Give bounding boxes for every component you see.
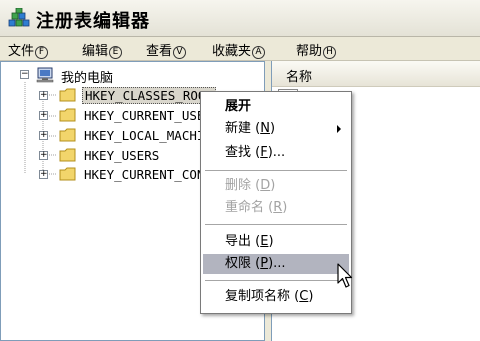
submenu-arrow-icon <box>337 125 341 133</box>
ctx-find-label: 查找 <box>225 145 252 160</box>
ctx-copy-key-name-label: 复制项名称 <box>225 289 291 304</box>
title-bar: 注册表编辑器 <box>0 0 480 37</box>
column-header-name[interactable]: 名称 <box>272 61 480 87</box>
root-collapse-toggle[interactable]: − <box>20 70 29 79</box>
menu-view[interactable]: 查看 V <box>146 40 187 59</box>
ctx-expand[interactable]: 展开 <box>203 97 349 117</box>
menu-edit[interactable]: 编辑 E <box>82 40 123 59</box>
ctx-expand-label: 展开 <box>225 99 252 114</box>
ctx-delete-accel: D <box>260 178 271 193</box>
folder-icon <box>59 148 76 162</box>
ctx-copy-key-name[interactable]: 复制项名称 (C) <box>203 287 349 307</box>
menu-file-label: 文件 <box>8 44 35 59</box>
ctx-new-label: 新建 <box>225 121 252 136</box>
menu-file-accel: F <box>35 46 49 59</box>
ctx-permissions[interactable]: 权限 (P)... <box>203 254 349 274</box>
tree-node-label: HKEY_CLASSES_ROOT <box>82 87 216 104</box>
ctx-export[interactable]: 导出 (E) <box>203 232 349 252</box>
menu-help-accel: H <box>323 46 337 59</box>
ctx-delete-label: 删除 <box>225 178 252 193</box>
tree-root-my-computer[interactable]: 我的电脑 <box>61 67 113 86</box>
context-menu: 展开 新建 (N) 查找 (F)... 删除 (D) 重命名 (R) 导出 (E… <box>200 91 352 314</box>
ctx-rename: 重命名 (R) <box>225 200 288 215</box>
expand-toggle[interactable]: + <box>39 151 48 160</box>
menu-edit-label: 编辑 <box>82 44 109 59</box>
folder-icon <box>59 167 76 181</box>
my-computer-icon <box>36 67 54 83</box>
expand-toggle[interactable]: + <box>39 131 48 140</box>
folder-icon <box>59 128 76 142</box>
tree-node-label: HKEY_CURRENT_USE <box>84 108 205 123</box>
tree-node-label: HKEY_CURRENT_CON <box>84 167 205 182</box>
folder-icon <box>59 88 76 102</box>
menu-view-accel: V <box>173 46 187 59</box>
menu-separator <box>205 224 347 225</box>
menu-edit-accel: E <box>109 46 123 59</box>
expand-toggle[interactable]: + <box>39 111 48 120</box>
ctx-permissions-accel: P <box>260 256 269 271</box>
menu-favorites-label: 收藏夹 <box>212 44 252 59</box>
menu-separator <box>205 280 347 281</box>
window-title: 注册表编辑器 <box>36 11 150 32</box>
ctx-permissions-ellipsis: ... <box>273 256 286 271</box>
menu-separator <box>205 170 347 171</box>
ctx-copy-accel: C <box>299 289 309 304</box>
ctx-permissions-label: 权限 <box>225 256 252 271</box>
folder-icon <box>59 108 76 122</box>
menu-view-label: 查看 <box>146 44 173 59</box>
ctx-delete: 删除 (D) <box>225 178 276 193</box>
ctx-rename-label: 重命名 <box>225 200 265 215</box>
ctx-rename-accel: R <box>273 200 283 215</box>
ctx-new[interactable]: 新建 (N) <box>203 119 349 139</box>
column-header-name-label: 名称 <box>286 70 313 85</box>
ctx-find[interactable]: 查找 (F)... <box>203 143 349 163</box>
ctx-find-accel: F <box>260 145 268 160</box>
mouse-cursor-icon <box>337 263 353 288</box>
menu-favorites[interactable]: 收藏夹 A <box>212 40 266 59</box>
menu-help[interactable]: 帮助 H <box>296 40 337 59</box>
menu-file[interactable]: 文件 F <box>8 40 49 59</box>
menu-help-label: 帮助 <box>296 44 323 59</box>
expand-toggle[interactable]: + <box>39 91 48 100</box>
ctx-export-label: 导出 <box>225 234 252 249</box>
tree-node-label: HKEY_USERS <box>84 148 160 163</box>
registry-editor-icon <box>8 8 30 27</box>
tree-node-label: HKEY_LOCAL_MACHI <box>84 128 205 143</box>
expand-toggle[interactable]: + <box>39 170 48 179</box>
ctx-find-ellipsis: ... <box>272 145 286 160</box>
ctx-export-accel: E <box>260 234 269 249</box>
ctx-new-accel: N <box>260 121 270 136</box>
menu-favorites-accel: A <box>252 46 266 59</box>
menu-bar: 文件 F 编辑 E 查看 V 收藏夹 A 帮助 H <box>0 37 480 61</box>
